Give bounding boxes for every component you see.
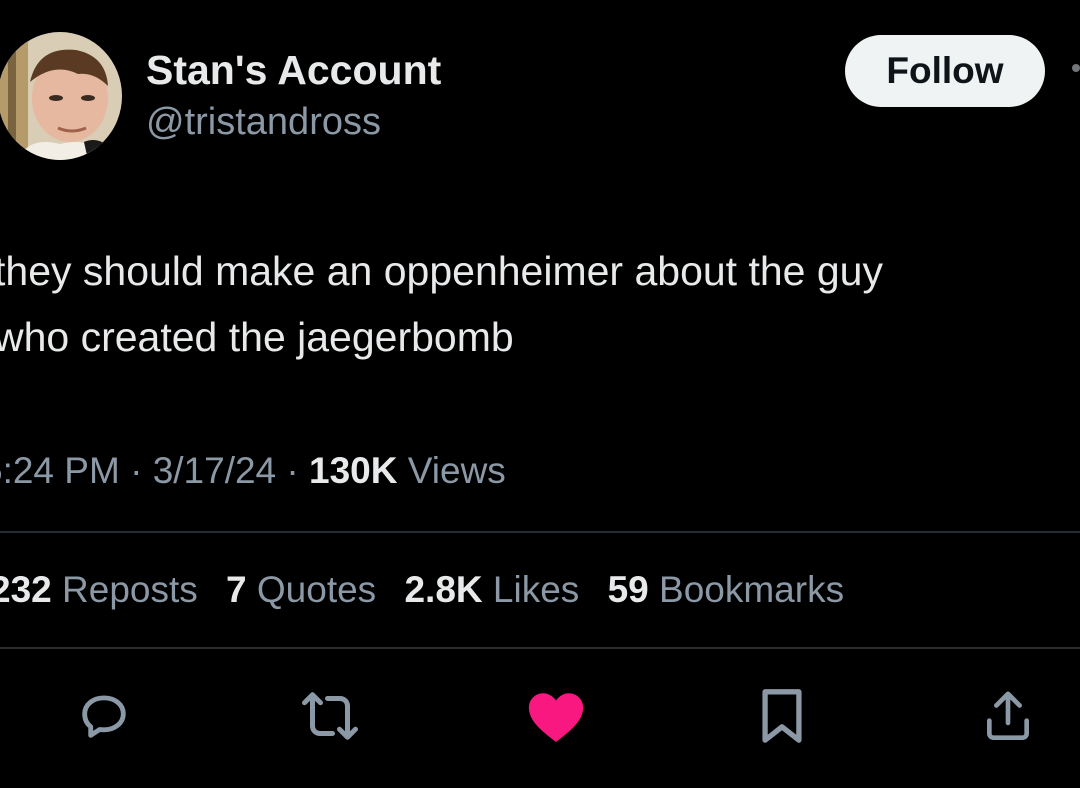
display-name[interactable]: Stan's Account [146,46,441,94]
more-options-icon[interactable] [1072,64,1080,72]
share-icon [987,691,1029,741]
quotes-label: Quotes [256,569,377,610]
reposts-label: Reposts [62,569,198,610]
quotes-count: 7 [226,569,247,610]
views-label: Views [407,450,506,491]
bookmarks-count: 59 [607,569,649,610]
reply-icon [82,695,126,738]
bookmarks-label: Bookmarks [659,569,845,610]
divider [0,531,1080,533]
repost-button[interactable] [298,684,362,748]
reposts-stat[interactable]: 232 Reposts [0,569,198,610]
reply-button[interactable] [72,684,136,748]
follow-button[interactable]: Follow [845,35,1045,107]
engagement-stats: 232 Reposts 7 Quotes 2.8K Likes 59 Bookm… [0,567,862,613]
tweet-time[interactable]: 5:24 PM [0,450,120,491]
meta-separator: · [130,450,143,491]
tweet-text: they should make an oppenheimer about th… [0,248,883,360]
quotes-stat[interactable]: 7 Quotes [226,569,376,610]
likes-label: Likes [492,569,580,610]
likes-stat[interactable]: 2.8K Likes [404,569,579,610]
reposts-count: 232 [0,569,52,610]
divider [0,647,1080,649]
tweet-date[interactable]: 3/17/24 [153,450,276,491]
bookmark-button[interactable] [750,684,814,748]
bookmarks-stat[interactable]: 59 Bookmarks [608,569,845,610]
heart-icon [528,693,584,742]
meta-separator: · [286,450,299,491]
avatar-photo [0,32,122,160]
like-button[interactable] [524,684,588,748]
tweet-meta: 5:24 PM · 3/17/24 · 130K Views [0,448,506,494]
share-button[interactable] [976,684,1040,748]
views-count: 130K [309,450,398,491]
likes-count: 2.8K [404,569,483,610]
handle[interactable]: @tristandross [146,99,381,145]
repost-icon [302,692,358,740]
bookmark-icon [762,689,802,743]
avatar[interactable] [0,32,122,160]
